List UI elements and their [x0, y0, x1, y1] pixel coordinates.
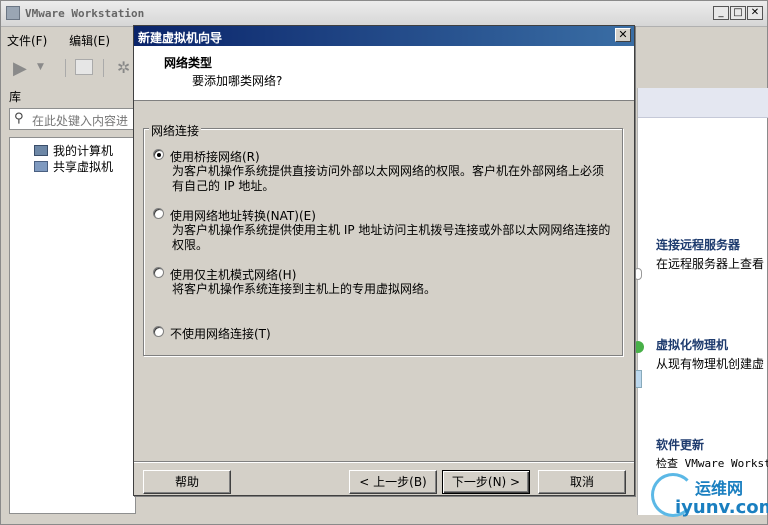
remote-server-icon — [634, 268, 642, 280]
search-placeholder: 在此处键入内容进 — [32, 114, 129, 128]
option-description: 为客户机操作系统提供直接访问外部以太网网络的权限。客户机在外部网络上必须有自己的… — [172, 164, 605, 193]
new-vm-wizard-dialog: 新建虚拟机向导 ✕ 网络类型 要添加哪类网络? 网络连接 使用桥接网络(R) 为… — [133, 25, 635, 496]
radio-bridged[interactable] — [153, 149, 164, 160]
radio-nat[interactable] — [153, 208, 164, 219]
play-icon[interactable]: ▶ — [13, 58, 27, 79]
converter-icon — [634, 370, 642, 388]
link-desc: 从现有物理机创建虚 — [656, 357, 765, 371]
library-label: 库 — [9, 90, 22, 104]
maximize-button[interactable]: □ — [730, 6, 746, 20]
library-search-input[interactable]: ⚲ 在此处键入内容进 — [9, 108, 135, 130]
close-button[interactable]: ✕ — [747, 6, 763, 20]
snapshot-icon[interactable]: ✲ — [117, 58, 130, 77]
option-label[interactable]: 使用桥接网络(R) — [170, 148, 260, 165]
search-icon: ⚲ — [14, 111, 24, 126]
tree-item-shared-vms[interactable]: 共享虚拟机 — [34, 158, 113, 174]
tree-item-label: 共享虚拟机 — [53, 160, 114, 174]
toolbar-separator — [103, 59, 104, 77]
window-title: VMware Workstation — [25, 7, 145, 20]
link-desc: 检查 VMware Workst — [656, 457, 768, 470]
shared-vm-icon — [34, 161, 48, 172]
cancel-button[interactable]: 取消 — [538, 470, 626, 494]
page-title: 网络类型 — [164, 56, 213, 70]
chevron-down-icon[interactable]: ▼ — [37, 62, 44, 72]
link-title: 虚拟化物理机 — [656, 338, 729, 352]
option-description: 为客户机操作系统提供使用主机 IP 地址访问主机拨号连接或外部以太网网络连接的权… — [172, 223, 611, 252]
radio-host-only[interactable] — [153, 267, 164, 278]
option-label[interactable]: 使用仅主机模式网络(H) — [170, 266, 296, 283]
tree-item-my-computer[interactable]: 我的计算机 — [34, 142, 113, 158]
footer-divider — [134, 462, 634, 463]
network-icon[interactable] — [75, 59, 93, 75]
dialog-close-button[interactable]: ✕ — [615, 28, 631, 42]
home-panel-banner — [638, 88, 768, 118]
page-subtitle: 要添加哪类网络? — [192, 74, 283, 88]
menu-file[interactable]: 文件(F) — [7, 32, 47, 49]
tree-item-label: 我的计算机 — [53, 144, 114, 158]
watermark: 运维网 iyunv.com — [645, 471, 768, 521]
back-button[interactable]: < 上一步(B) — [349, 470, 437, 494]
dialog-title-bar: 新建虚拟机向导 ✕ — [134, 26, 634, 46]
title-bar: VMware Workstation _ □ ✕ — [1, 1, 767, 27]
toolbar-separator — [65, 59, 66, 77]
app-icon — [6, 6, 20, 20]
dialog-header: 网络类型 要添加哪类网络? — [134, 46, 634, 101]
option-description: 将客户机操作系统连接到主机上的专用虚拟网络。 — [172, 282, 437, 296]
help-button[interactable]: 帮助 — [143, 470, 231, 494]
library-tree: 我的计算机 共享虚拟机 — [9, 137, 136, 514]
menu-bar: 文件(F) 编辑(E) — [7, 32, 128, 52]
link-title: 软件更新 — [656, 438, 705, 452]
toolbar: ▶ ▼ ✲ — [9, 56, 139, 80]
group-label: 网络连接 — [149, 122, 202, 139]
radio-no-network[interactable] — [153, 326, 164, 337]
home-panel: 连接远程服务器 在远程服务器上查看 虚拟化物理机 从现有物理机创建虚 软件更新 … — [632, 88, 768, 515]
next-button[interactable]: 下一步(N) > — [442, 470, 530, 494]
menu-edit[interactable]: 编辑(E) — [69, 32, 110, 49]
connect-remote-server-link[interactable]: 连接远程服务器 在远程服务器上查看 — [656, 236, 764, 272]
option-label[interactable]: 使用网络地址转换(NAT)(E) — [170, 207, 316, 224]
watermark-url: iyunv.com — [675, 497, 768, 518]
link-title: 连接远程服务器 — [656, 238, 741, 252]
software-update-link[interactable]: 软件更新 检查 VMware Workst — [656, 436, 768, 471]
minimize-button[interactable]: _ — [713, 6, 729, 20]
dialog-title: 新建虚拟机向导 — [138, 31, 223, 45]
link-desc: 在远程服务器上查看 — [656, 257, 765, 271]
computer-icon — [34, 145, 48, 156]
option-label[interactable]: 不使用网络连接(T) — [170, 325, 271, 342]
virtualize-physical-machine-link[interactable]: 虚拟化物理机 从现有物理机创建虚 — [656, 336, 764, 372]
watermark-text: 运维网 — [695, 479, 744, 498]
